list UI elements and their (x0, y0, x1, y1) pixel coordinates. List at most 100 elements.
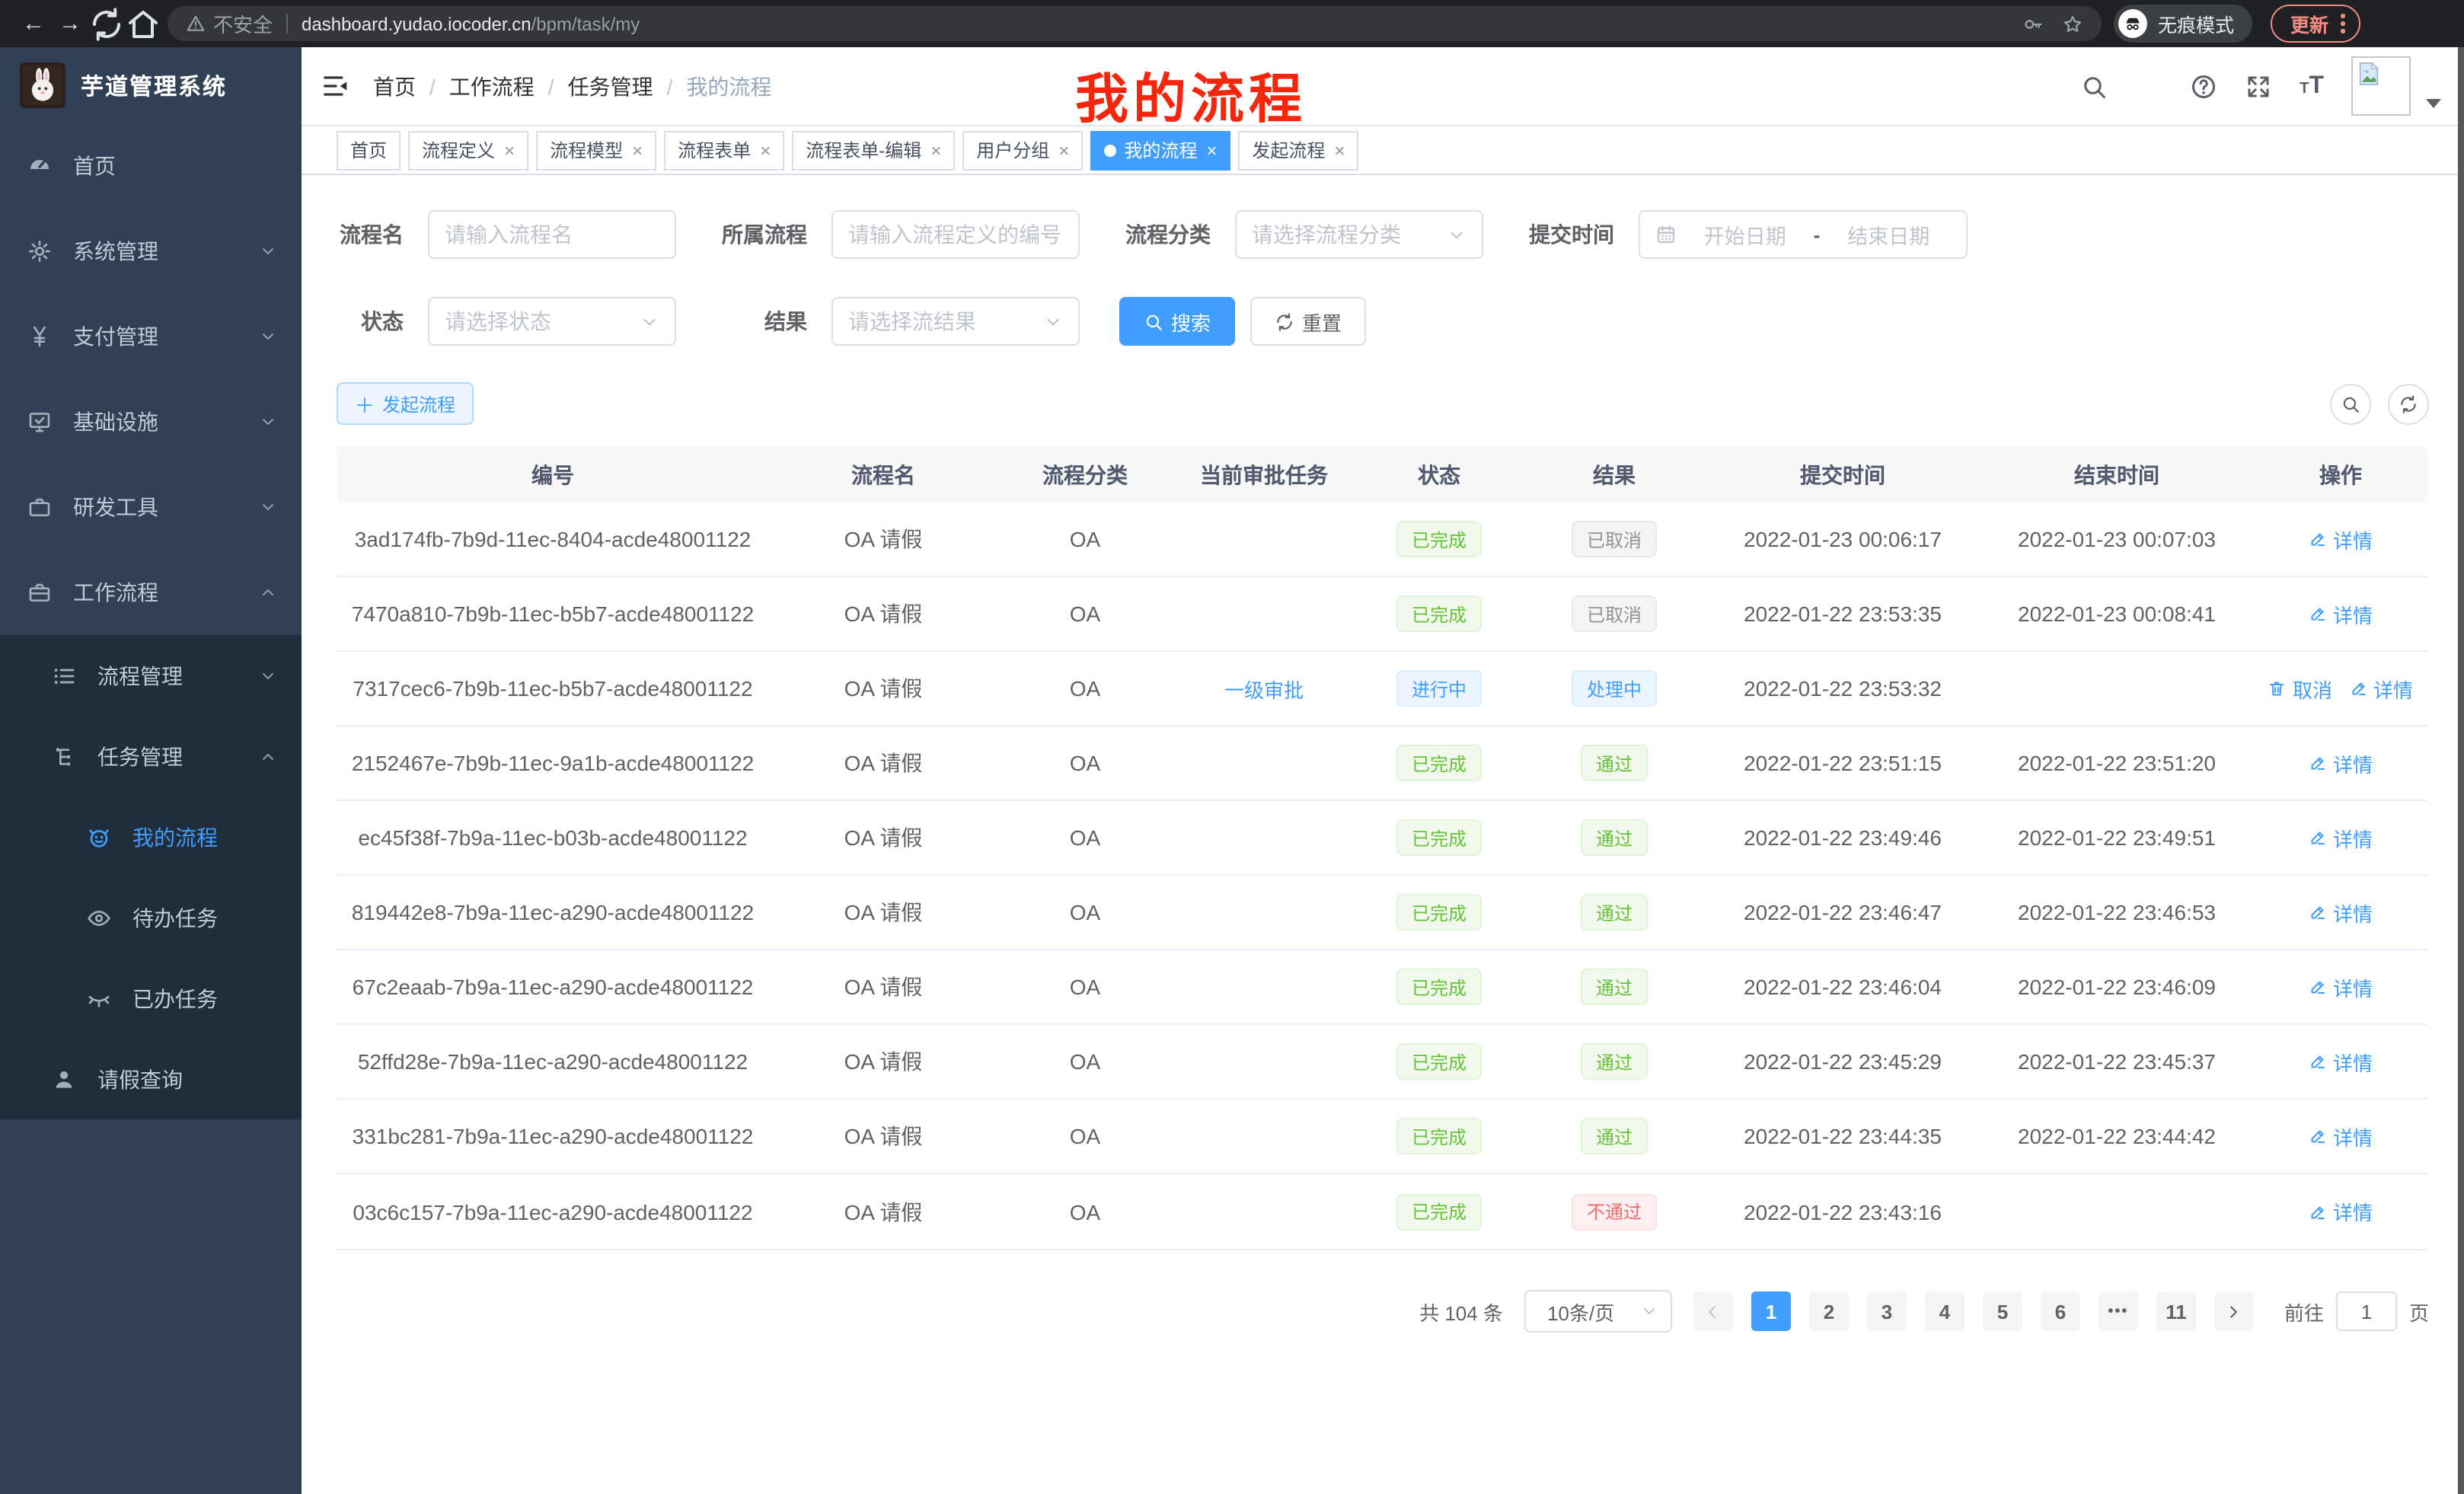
show-search-toggle-button[interactable] (2330, 383, 2371, 424)
browser-reload-button[interactable] (88, 5, 125, 42)
collapse-menu-icon[interactable] (321, 72, 350, 101)
detail-link[interactable]: 详情 (2309, 1197, 2373, 1226)
password-key-icon[interactable] (2022, 13, 2044, 34)
cell-process-id: 7317cec6-7b9b-11ec-b5b7-acde48001122 (337, 652, 769, 725)
cancel-link[interactable]: 取消 (2268, 674, 2332, 703)
page-button-5[interactable]: 5 (1983, 1291, 2022, 1331)
tab-流程表单[interactable]: 流程表单× (664, 130, 784, 170)
close-icon[interactable]: × (760, 139, 771, 161)
search-icon[interactable] (2080, 72, 2108, 100)
sidebar-item-已办任务[interactable]: 已办任务 (0, 958, 302, 1039)
close-icon[interactable]: × (504, 139, 515, 161)
process-name-input[interactable] (445, 222, 659, 247)
tab-流程定义[interactable]: 流程定义× (408, 130, 528, 170)
browser-update-button[interactable]: 更新 (2271, 5, 2360, 43)
tab-流程模型[interactable]: 流程模型× (536, 130, 656, 170)
cell-end-time (1980, 1174, 2254, 1249)
github-icon[interactable] (2135, 72, 2162, 100)
breadcrumb-item[interactable]: 首页 (373, 71, 416, 101)
detail-link[interactable]: 详情 (2309, 1047, 2373, 1076)
goto-page-input[interactable] (2336, 1291, 2397, 1331)
page-button-1[interactable]: 1 (1751, 1291, 1791, 1331)
close-icon[interactable]: × (1334, 139, 1345, 161)
detail-link[interactable]: 详情 (2309, 972, 2373, 1001)
action-label: 详情 (2373, 674, 2413, 703)
gauge-icon (27, 154, 52, 178)
cell-end-time: 2022-01-22 23:45:37 (1980, 1025, 2254, 1098)
bookmark-star-icon[interactable] (2062, 13, 2083, 34)
avatar-dropdown-caret-icon[interactable] (2426, 98, 2441, 107)
tab-我的流程[interactable]: 我的流程× (1090, 130, 1230, 170)
detail-link[interactable]: 详情 (2309, 898, 2373, 927)
browser-menu-icon[interactable] (2341, 14, 2344, 34)
search-button[interactable]: 搜索 (1119, 297, 1235, 346)
tab-首页[interactable]: 首页 (337, 130, 401, 170)
sidebar-item-首页[interactable]: 首页 (0, 123, 302, 209)
detail-link[interactable]: 详情 (2309, 525, 2373, 554)
page-button-2[interactable]: 2 (1809, 1291, 1849, 1331)
scrollbar[interactable] (2458, 47, 2464, 1494)
reset-button[interactable]: 重置 (1250, 297, 1366, 346)
browser-home-button[interactable] (125, 5, 161, 42)
submit-time-range-picker[interactable]: 开始日期 - 结束日期 (1639, 210, 1968, 259)
result-select[interactable]: 请选择流结果 (831, 297, 1080, 346)
avatar[interactable] (2351, 56, 2411, 116)
sidebar-item-请假查询[interactable]: 请假查询 (0, 1039, 302, 1119)
task-link[interactable]: 一级审批 (1224, 674, 1304, 703)
fullscreen-icon[interactable] (2245, 72, 2272, 100)
category-select[interactable]: 请选择流程分类 (1235, 210, 1483, 259)
page-size-select[interactable]: 10条/页 (1524, 1290, 1672, 1333)
detail-link[interactable]: 详情 (2349, 674, 2413, 703)
table-row: 3ad174fb-7b9d-11ec-8404-acde48001122OA 请… (337, 503, 2427, 577)
sidebar-item-待办任务[interactable]: 待办任务 (0, 877, 302, 958)
cell-process-name: OA 请假 (769, 503, 997, 576)
process-definition-input[interactable] (848, 222, 1063, 247)
detail-link[interactable]: 详情 (2309, 599, 2373, 628)
page-button-11[interactable]: 11 (2156, 1291, 2196, 1331)
browser-forward-button[interactable]: → (52, 5, 88, 42)
sidebar-item-系统管理[interactable]: 系统管理 (0, 209, 302, 294)
detail-link[interactable]: 详情 (2309, 823, 2373, 852)
detail-link[interactable]: 详情 (2309, 1122, 2373, 1151)
tab-用户分组[interactable]: 用户分组× (962, 130, 1083, 170)
sidebar-item-支付管理[interactable]: 支付管理 (0, 294, 302, 379)
more-pages-button[interactable]: ••• (2099, 1291, 2138, 1331)
status-badge: 已完成 (1396, 521, 1482, 557)
status-select[interactable]: 请选择状态 (428, 297, 676, 346)
chevron-up-icon (259, 583, 277, 602)
cell-process-name: OA 请假 (769, 950, 997, 1023)
close-icon[interactable]: × (632, 139, 643, 161)
breadcrumb-item[interactable]: 工作流程 (449, 71, 535, 101)
help-icon[interactable] (2190, 72, 2217, 100)
close-icon[interactable]: × (930, 139, 941, 161)
app-logo-row[interactable]: 芋道管理系统 (0, 47, 302, 123)
sidebar-item-工作流程[interactable]: 工作流程 (0, 550, 302, 635)
table-header-row: 编号流程名流程分类当前审批任务状态结果提交时间结束时间操作 (337, 446, 2427, 503)
page-button-3[interactable]: 3 (1867, 1291, 1907, 1331)
sidebar-item-流程管理[interactable]: 流程管理 (0, 635, 302, 716)
sidebar-item-我的流程[interactable]: 我的流程 (0, 796, 302, 877)
refresh-table-button[interactable] (2388, 383, 2429, 424)
start-process-button[interactable]: ＋ 发起流程 (337, 382, 474, 425)
tab-流程表单-编辑[interactable]: 流程表单-编辑× (792, 130, 955, 170)
sidebar-item-基础设施[interactable]: 基础设施 (0, 379, 302, 464)
active-tab-dot (1104, 144, 1116, 156)
close-icon[interactable]: × (1058, 139, 1069, 161)
page-button-6[interactable]: 6 (2041, 1291, 2080, 1331)
filter-parent-input-wrap (831, 210, 1080, 259)
sidebar-item-研发工具[interactable]: 研发工具 (0, 464, 302, 550)
address-bar[interactable]: 不安全 dashboard.yudao.iocoder.cn /bpm/task… (168, 6, 2102, 41)
page-button-4[interactable]: 4 (1925, 1291, 1964, 1331)
next-page-button[interactable] (2214, 1291, 2254, 1331)
cell-process-id: 03c6c157-7b9a-11ec-a290-acde48001122 (337, 1174, 769, 1249)
close-icon[interactable]: × (1206, 139, 1217, 161)
browser-back-button[interactable]: ← (15, 5, 52, 42)
breadcrumb-item[interactable]: 任务管理 (568, 71, 653, 101)
sidebar-item-任务管理[interactable]: 任务管理 (0, 716, 302, 796)
annotation-my-process: 我的流程 (1075, 56, 1307, 134)
tab-发起流程[interactable]: 发起流程× (1238, 130, 1358, 170)
font-size-icon[interactable]: TT (2300, 74, 2324, 98)
detail-link[interactable]: 详情 (2309, 749, 2373, 777)
calendar-icon (1655, 224, 1677, 245)
prev-page-button[interactable] (1693, 1291, 1733, 1331)
